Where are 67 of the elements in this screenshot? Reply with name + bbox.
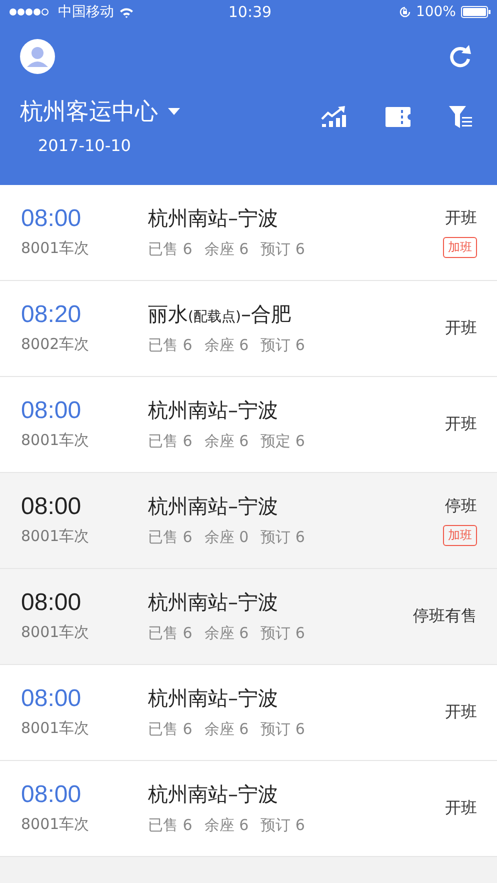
seat-stat: 已售 6 — [148, 432, 192, 451]
carrier-text: 中国移动 — [58, 3, 114, 21]
trip-row[interactable]: 08:00 8001车次 杭州南站–宁波 已售 6 余座 0 预订 6 停班 加班 — [0, 473, 497, 569]
trip-status: 开班 — [445, 414, 477, 435]
route-text: 杭州南站–宁波 — [148, 397, 279, 424]
departure-time: 08:00 — [21, 205, 82, 233]
avatar-icon[interactable] — [20, 39, 55, 74]
seat-stat: 余座 6 — [204, 720, 249, 739]
chart-icon[interactable] — [321, 106, 347, 128]
train-number: 8001车次 — [21, 239, 90, 258]
trip-status: 开班 — [445, 702, 477, 723]
rotation-lock-icon — [398, 6, 411, 18]
seat-stat: 已售 6 — [148, 720, 192, 739]
seat-stat: 预订 6 — [260, 528, 305, 547]
extra-trip-tag: 加班 — [443, 236, 477, 258]
trip-status: 开班 — [445, 208, 477, 228]
battery-icon — [460, 6, 491, 18]
route-text: 杭州南站–宁波 — [148, 685, 279, 712]
seat-stat: 余座 6 — [204, 336, 249, 355]
seat-stat: 已售 6 — [148, 240, 192, 259]
seat-stat: 已售 6 — [148, 624, 192, 643]
train-number: 8001车次 — [21, 431, 90, 450]
seat-stat: 预定 6 — [260, 432, 305, 451]
clock-text: 10:39 — [228, 3, 272, 21]
caret-icon — [168, 108, 180, 115]
train-number: 8001车次 — [21, 623, 90, 642]
seat-stat: 预订 6 — [260, 720, 305, 739]
departure-time: 08:00 — [21, 781, 82, 809]
departure-time: 08:00 — [21, 397, 82, 425]
date-text: 2017-10-10 — [37, 136, 132, 155]
filter-icon[interactable] — [449, 106, 473, 129]
seat-stat: 已售 6 — [148, 816, 192, 835]
seat-stat: 预订 6 — [260, 336, 305, 355]
seat-stat: 预订 6 — [260, 816, 305, 835]
seat-stat: 余座 6 — [204, 816, 249, 835]
refresh-icon[interactable] — [447, 44, 473, 70]
seat-stat: 余座 0 — [204, 528, 249, 547]
departure-time: 08:00 — [21, 589, 82, 617]
seat-stat: 预订 6 — [260, 624, 305, 643]
route-text: 丽水(配载点)–合肥 — [148, 301, 292, 328]
departure-time: 08:20 — [21, 301, 82, 329]
departure-time: 08:00 — [21, 685, 82, 713]
train-number: 8001车次 — [21, 815, 90, 834]
seat-stat: 余座 6 — [204, 432, 249, 451]
wifi-icon — [119, 6, 134, 18]
seat-stat: 已售 6 — [148, 336, 192, 355]
trip-status: 开班 — [445, 798, 477, 819]
extra-trip-tag: 加班 — [443, 524, 477, 546]
station-dropdown[interactable]: 杭州客运中心 — [20, 96, 180, 127]
seat-stat: 余座 6 — [204, 240, 249, 259]
train-number: 8002车次 — [21, 335, 90, 354]
seat-stat: 余座 6 — [204, 624, 249, 643]
train-number: 8001车次 — [21, 719, 90, 738]
trip-status: 停班 — [445, 496, 477, 516]
trip-status: 开班 — [445, 318, 477, 339]
ticket-icon[interactable] — [385, 106, 411, 128]
trip-row[interactable]: 08:00 8001车次 杭州南站–宁波 已售 6 余座 6 预订 6 停班有售 — [0, 569, 497, 665]
train-number: 8001车次 — [21, 527, 90, 546]
route-text: 杭州南站–宁波 — [148, 205, 279, 232]
route-text: 杭州南站–宁波 — [148, 781, 279, 808]
trip-status: 停班有售 — [413, 606, 477, 627]
route-text: 杭州南站–宁波 — [148, 589, 279, 616]
seat-stat: 已售 6 — [148, 528, 192, 547]
departure-time: 08:00 — [21, 493, 82, 521]
seat-stat: 预订 6 — [260, 240, 305, 259]
route-text: 杭州南站–宁波 — [148, 493, 279, 520]
battery-text: 100% — [416, 4, 456, 20]
